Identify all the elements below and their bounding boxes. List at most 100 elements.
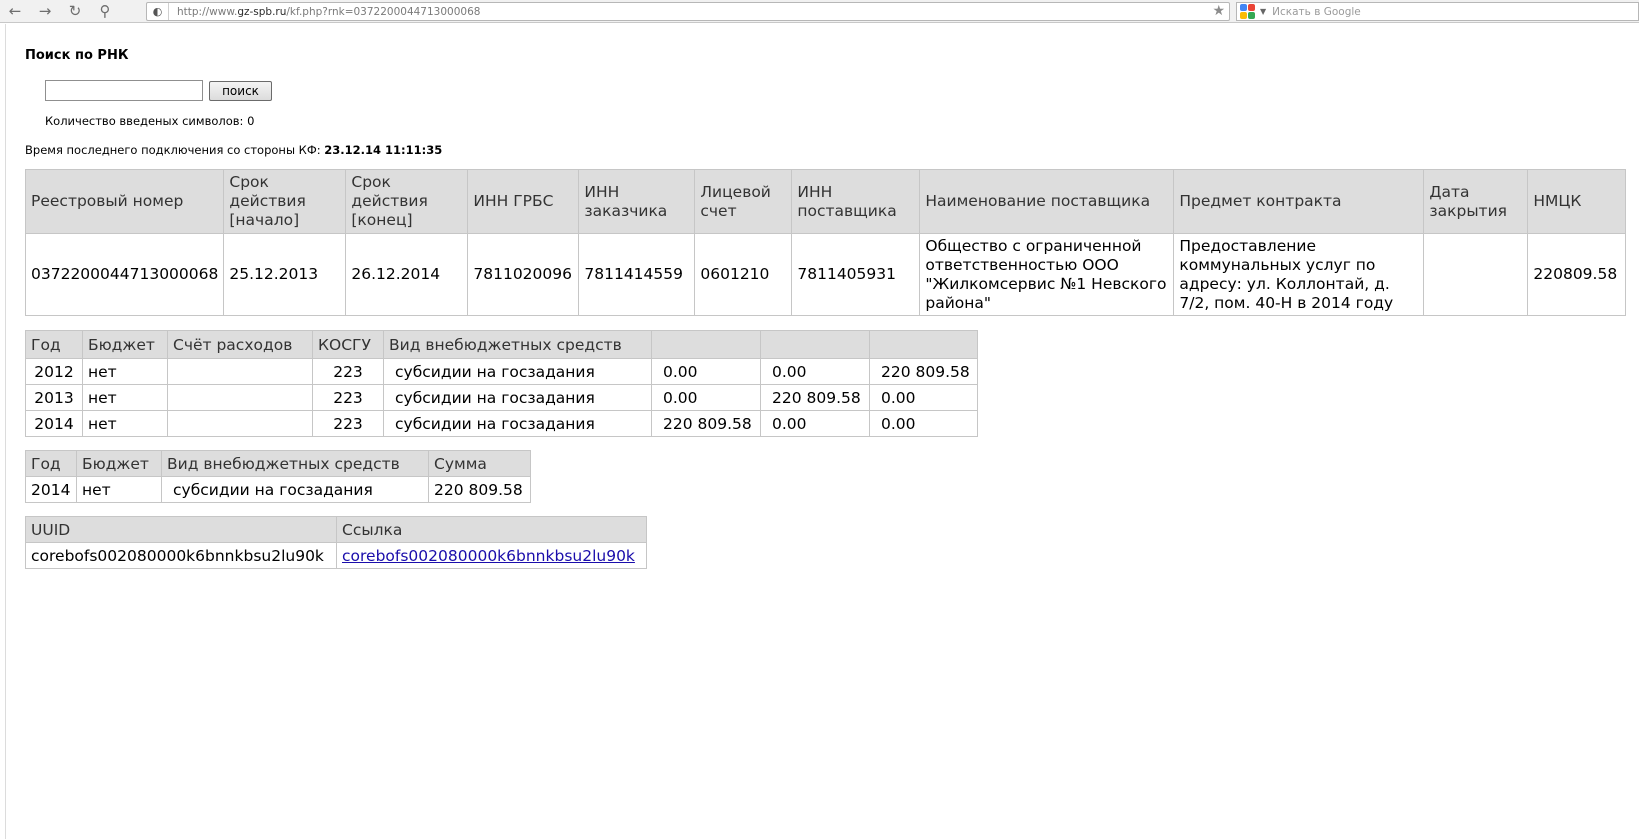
site-info-icon[interactable]: ◐ (147, 3, 169, 20)
column-header: Лицевой счет (694, 169, 793, 234)
table-cell: 220 809.58 (869, 358, 978, 385)
table-cell: 2014 (25, 476, 77, 503)
column-header: Вид внебюджетных средств (383, 330, 652, 359)
table-cell: нет (76, 476, 162, 503)
table-cell: субсидии на госзадания (383, 410, 652, 437)
table-cell: 0601210 (694, 233, 793, 316)
column-header: Срок действия [конец] (345, 169, 469, 234)
table-header-row: Год Бюджет Счёт расходов КОСГУ Вид внебю… (25, 330, 978, 359)
table-cell: 223 (312, 410, 384, 437)
last-connection-info: Время последнего подключения со стороны … (25, 143, 443, 157)
column-header: Наименование поставщика (919, 169, 1175, 234)
back-arrow-icon[interactable]: ← (0, 0, 30, 23)
uuid-table: UUID Ссылка corebofs002080000k6bnnkbsu2l… (25, 516, 647, 569)
table-cell: 0.00 (651, 358, 761, 385)
table-cell: 0.00 (760, 410, 870, 437)
key-icon[interactable]: ⚲ (90, 0, 120, 23)
column-header: UUID (25, 516, 337, 543)
table-header-row: UUID Ссылка (25, 516, 647, 543)
column-header: ИНН ГРБС (467, 169, 580, 234)
reload-icon[interactable]: ↻ (60, 0, 90, 23)
column-header: Год (25, 330, 83, 359)
table-row: corebofs002080000k6bnnkbsu2lu90k corebof… (25, 542, 647, 569)
column-header: Дата закрытия (1423, 169, 1529, 234)
table-cell: 0.00 (651, 384, 761, 411)
column-header: Вид внебюджетных средств (161, 450, 429, 477)
column-header: Срок действия [начало] (223, 169, 347, 234)
table-row: 0372200044713000068 25.12.2013 26.12.201… (24, 233, 1626, 316)
url-text[interactable]: http://www.gz-spb.ru/kf.php?rnk=03722000… (169, 6, 480, 18)
link-cell: corebofs002080000k6bnnkbsu2lu90k (336, 542, 647, 569)
table-cell: 223 (312, 358, 384, 385)
table-cell: 2014 (25, 410, 83, 437)
table-cell: 220809.58 (1527, 233, 1626, 316)
column-header: Год (25, 450, 77, 477)
uuid-link[interactable]: corebofs002080000k6bnnkbsu2lu90k (342, 547, 635, 565)
table-cell: субсидии на госзадания (161, 476, 429, 503)
table-cell (1423, 233, 1529, 316)
table-row: 2012 нет 223 субсидии на госзадания 0.00… (25, 358, 978, 385)
last-connection-time: 23.12.14 11:11:35 (324, 143, 443, 157)
rnk-search-input[interactable] (45, 80, 203, 101)
table-cell: 0.00 (760, 358, 870, 385)
search-button[interactable]: поиск (209, 81, 272, 101)
table-cell: субсидии на госзадания (383, 384, 652, 411)
column-header: Бюджет (76, 450, 162, 477)
column-header: КОСГУ (312, 330, 384, 359)
table-cell: нет (82, 410, 168, 437)
table-cell: 0.00 (869, 410, 978, 437)
table-cell: Общество с ограниченной ответственностью… (919, 233, 1175, 316)
contract-table: Реестровый номер Срок действия [начало] … (24, 169, 1626, 316)
table-cell (167, 358, 313, 385)
budget-table: Год Бюджет Счёт расходов КОСГУ Вид внебю… (25, 330, 978, 437)
google-icon[interactable] (1240, 3, 1258, 20)
table-cell: 220 809.58 (428, 476, 531, 503)
window-edge (5, 24, 6, 839)
table-cell: нет (82, 358, 168, 385)
table-cell: 2013 (25, 384, 83, 411)
column-header: Реестровый номер (24, 169, 225, 234)
table-cell: субсидии на госзадания (383, 358, 652, 385)
column-header: Сумма (428, 450, 531, 477)
column-header (869, 330, 978, 359)
table-cell: 26.12.2014 (345, 233, 469, 316)
table-cell: 220 809.58 (760, 384, 870, 411)
table-header-row: Реестровый номер Срок действия [начало] … (24, 169, 1626, 234)
address-bar[interactable]: ◐ http://www.gz-spb.ru/kf.php?rnk=037220… (146, 2, 1230, 21)
column-header: Счёт расходов (167, 330, 313, 359)
table-row: 2014 нет субсидии на госзадания 220 809.… (25, 476, 531, 503)
column-header: ИНН заказчика (578, 169, 696, 234)
table-cell: 0.00 (869, 384, 978, 411)
forward-arrow-icon[interactable]: → (30, 0, 60, 23)
char-count-label: Количество введеных символов: 0 (45, 114, 255, 128)
table-cell: 0372200044713000068 (24, 233, 225, 316)
table-cell (167, 384, 313, 411)
column-header: Ссылка (336, 516, 647, 543)
column-header (651, 330, 761, 359)
table-cell: 7811405931 (791, 233, 921, 316)
column-header: ИНН поставщика (791, 169, 921, 234)
sum-table: Год Бюджет Вид внебюджетных средств Сумм… (25, 450, 531, 503)
table-header-row: Год Бюджет Вид внебюджетных средств Сумм… (25, 450, 531, 477)
table-cell: 7811414559 (578, 233, 696, 316)
table-cell: 220 809.58 (651, 410, 761, 437)
column-header: Бюджет (82, 330, 168, 359)
table-row: 2014 нет 223 субсидии на госзадания 220 … (25, 410, 978, 437)
table-cell: 223 (312, 384, 384, 411)
table-row: 2013 нет 223 субсидии на госзадания 0.00… (25, 384, 978, 411)
table-cell: Предоставление коммунальных услуг по адр… (1173, 233, 1425, 316)
table-cell: нет (82, 384, 168, 411)
table-cell (167, 410, 313, 437)
browser-search-box[interactable]: ▼ Искать в Google (1236, 2, 1639, 21)
page-title: Поиск по РНК (25, 48, 129, 63)
column-header: НМЦК (1527, 169, 1626, 234)
column-header: Предмет контракта (1173, 169, 1425, 234)
chevron-down-icon[interactable]: ▼ (1260, 7, 1266, 16)
search-placeholder[interactable]: Искать в Google (1272, 6, 1361, 18)
table-cell: 7811020096 (467, 233, 580, 316)
table-cell: 2012 (25, 358, 83, 385)
bookmark-star-icon[interactable]: ★ (1212, 3, 1225, 20)
column-header (760, 330, 870, 359)
uuid-cell: corebofs002080000k6bnnkbsu2lu90k (25, 542, 337, 569)
table-cell: 25.12.2013 (223, 233, 347, 316)
